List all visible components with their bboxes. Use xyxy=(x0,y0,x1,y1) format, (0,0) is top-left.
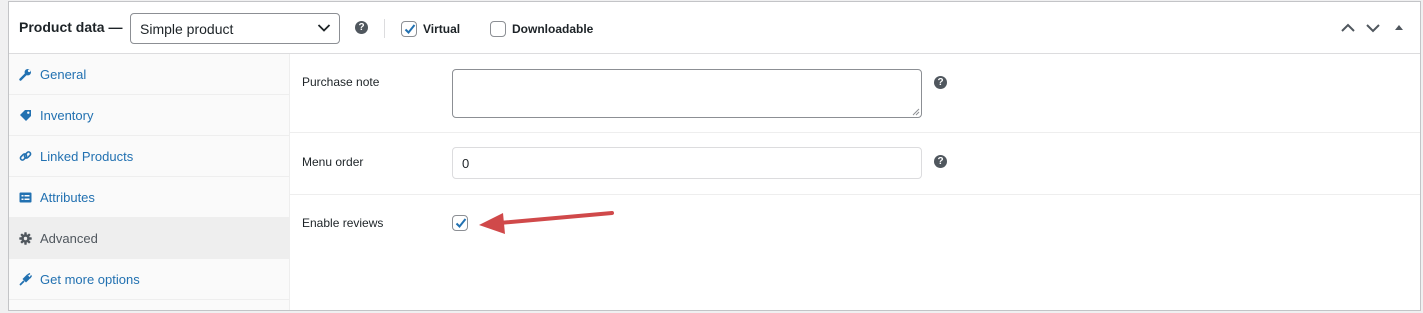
menu-order-value: 0 xyxy=(462,156,470,171)
downloadable-checkbox[interactable] xyxy=(490,21,506,37)
tab-inventory-label: Inventory xyxy=(40,108,94,123)
link-icon xyxy=(19,151,32,161)
tab-general[interactable]: General xyxy=(9,54,289,95)
tab-advanced[interactable]: Advanced xyxy=(9,218,289,259)
tab-linked-products-label: Linked Products xyxy=(40,149,134,164)
move-up-icon[interactable] xyxy=(1340,20,1356,36)
tab-advanced-label: Advanced xyxy=(40,231,98,246)
purchase-note-row: Purchase note ? xyxy=(290,54,1420,133)
virtual-label: Virtual xyxy=(423,22,461,36)
annotation-arrow-icon xyxy=(479,211,614,234)
tab-get-more-options[interactable]: Get more options xyxy=(9,259,289,300)
menu-order-input[interactable]: 0 xyxy=(452,147,922,179)
menu-order-label: Menu order xyxy=(302,155,364,169)
resize-grip-icon[interactable] xyxy=(912,108,920,116)
enable-reviews-row: Enable reviews xyxy=(290,195,1420,255)
product-data-panel: Product data — Simple product ? Virtual … xyxy=(8,1,1421,311)
list-card-icon xyxy=(19,192,32,203)
wrench-icon xyxy=(19,69,31,81)
downloadable-label: Downloadable xyxy=(512,22,594,36)
checkmark-icon xyxy=(455,218,467,228)
enable-reviews-checkbox[interactable] xyxy=(452,215,468,231)
advanced-options-panel: Purchase note ? Menu order 0 ? Enable re… xyxy=(290,54,1420,310)
tab-general-label: General xyxy=(40,67,87,82)
tab-get-more-options-label: Get more options xyxy=(40,272,140,287)
product-type-select[interactable]: Simple product xyxy=(130,13,340,44)
gear-icon xyxy=(19,232,32,245)
enable-reviews-label: Enable reviews xyxy=(302,216,384,230)
virtual-checkbox[interactable] xyxy=(401,21,417,37)
tab-inventory[interactable]: Inventory xyxy=(9,95,289,136)
tag-icon xyxy=(20,110,31,121)
product-data-header: Product data — Simple product ? Virtual … xyxy=(9,2,1420,54)
chevron-down-icon xyxy=(317,24,331,32)
plugin-icon xyxy=(19,273,32,286)
menu-order-help-icon[interactable]: ? xyxy=(934,155,947,168)
checkmark-icon xyxy=(404,24,416,34)
product-type-value: Simple product xyxy=(140,21,234,37)
header-divider xyxy=(384,19,385,38)
purchase-note-help-icon[interactable]: ? xyxy=(934,76,947,89)
purchase-note-textarea[interactable] xyxy=(452,69,922,118)
purchase-note-label: Purchase note xyxy=(302,75,380,89)
collapse-toggle-icon[interactable] xyxy=(1391,20,1407,36)
product-type-help-icon[interactable]: ? xyxy=(355,21,368,34)
tab-attributes-label: Attributes xyxy=(40,190,95,205)
menu-order-row: Menu order 0 ? xyxy=(290,133,1420,195)
move-down-icon[interactable] xyxy=(1365,20,1381,36)
tab-linked-products[interactable]: Linked Products xyxy=(9,136,289,177)
tab-attributes[interactable]: Attributes xyxy=(9,177,289,218)
product-data-tabs: General Inventory Linked Products Attrib… xyxy=(9,54,290,310)
product-data-title: Product data — xyxy=(19,19,123,35)
